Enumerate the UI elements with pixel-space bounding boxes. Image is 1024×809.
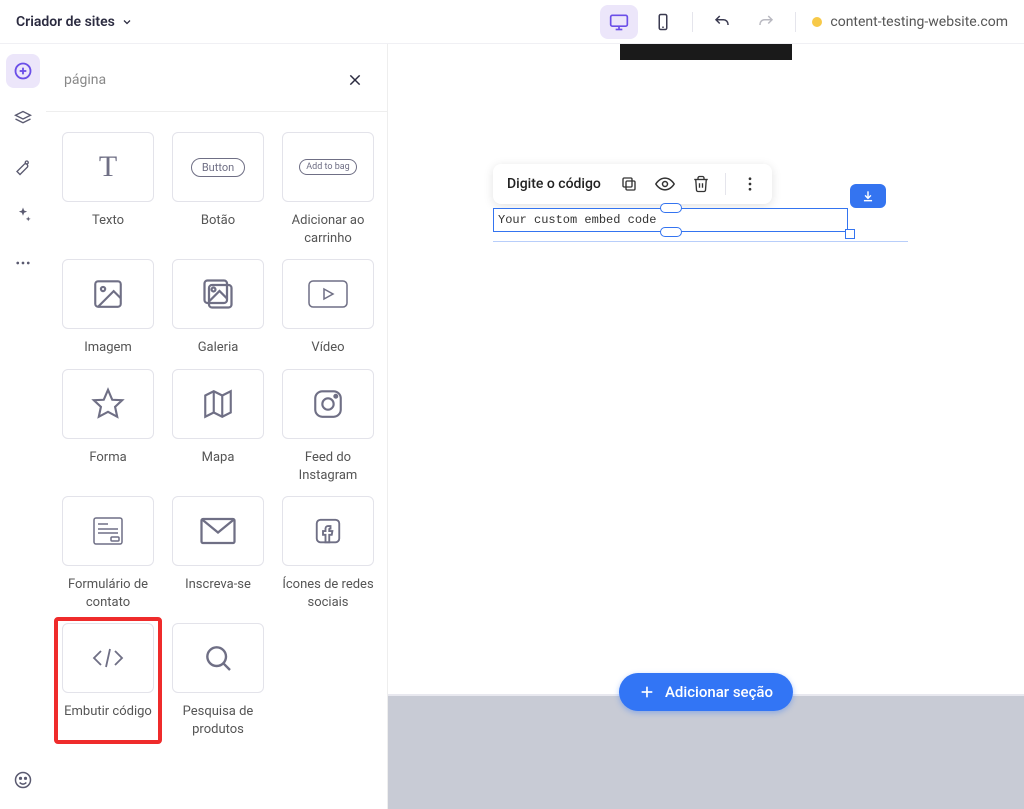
visibility-button[interactable] [653,172,677,196]
mobile-view-button[interactable] [644,5,682,39]
topbar-right: content-testing-website.com [600,5,1008,39]
download-badge[interactable] [850,184,886,208]
image-icon [62,259,154,329]
element-embed-code[interactable]: Embutir código [60,623,156,738]
site-builder-dropdown[interactable]: Criador de sites [16,14,133,30]
add-elements-panel: página T Texto Button Botão Add to bag A… [46,44,388,809]
site-url[interactable]: content-testing-website.com [812,14,1008,30]
element-map[interactable]: Mapa [170,369,266,484]
element-label: Galeria [198,339,239,357]
delete-button[interactable] [689,172,713,196]
separator [795,12,796,32]
element-label: Feed do Instagram [280,449,376,484]
form-icon [62,496,154,566]
code-icon [62,623,154,693]
text-icon: T [62,132,154,202]
panel-header: página [46,44,387,112]
status-dot-icon [812,17,822,27]
element-add-to-cart[interactable]: Add to bag Adicionar ao carrinho [280,132,376,247]
resize-handle-top[interactable] [660,203,682,213]
element-label: Vídeo [311,339,344,357]
resize-handle-corner[interactable] [845,229,855,239]
add-section-label: Adicionar seção [665,683,773,701]
add-section-button[interactable]: Adicionar seção [619,673,793,711]
more-options-button[interactable] [738,172,762,196]
search-icon [172,623,264,693]
help-button[interactable] [6,763,40,797]
video-icon [282,259,374,329]
elements-grid: T Texto Button Botão Add to bag Adiciona… [46,112,387,758]
duplicate-button[interactable] [617,172,641,196]
site-builder-label: Criador de sites [16,14,115,30]
element-product-search[interactable]: Pesquisa de produtos [170,623,266,738]
element-label: Pesquisa de produtos [170,703,266,738]
canvas[interactable]: Digite o código Your custom embed code [388,44,1024,809]
close-icon [347,72,363,88]
element-contact-form[interactable]: Formulário de contato [60,496,156,611]
element-video[interactable]: Vídeo [280,259,376,357]
element-button[interactable]: Button Botão [170,132,266,247]
shape-icon [62,369,154,439]
element-label: Mapa [202,449,235,467]
redo-button[interactable] [747,5,785,39]
element-subscribe[interactable]: Inscreva-se [170,496,266,611]
envelope-icon [172,496,264,566]
element-label: Formulário de contato [60,576,156,611]
chevron-down-icon [121,16,133,28]
topbar: Criador de sites content-testing-website… [0,0,1024,44]
resize-handle-bottom[interactable] [660,227,682,237]
breadcrumb: página [64,72,106,88]
embed-placeholder-text: Your custom embed code [498,213,656,227]
element-label: Imagem [84,339,132,357]
element-image[interactable]: Imagem [60,259,156,357]
gallery-icon [172,259,264,329]
facebook-icon [282,496,374,566]
element-social-icons[interactable]: Ícones de redes sociais [280,496,376,611]
element-toolbar: Digite o código [493,164,772,204]
header-placeholder [620,44,792,60]
embed-code-block[interactable]: Your custom embed code [493,208,848,232]
separator [725,173,726,195]
selection-guide [493,241,908,242]
element-label: Botão [201,212,235,230]
element-label: Forma [89,449,126,467]
element-label: Embutir código [64,703,152,721]
left-rail [0,44,46,809]
element-instagram-feed[interactable]: Feed do Instagram [280,369,376,484]
element-label: Adicionar ao carrinho [280,212,376,247]
more-button[interactable] [6,246,40,280]
element-label: Texto [92,212,124,230]
add-element-button[interactable] [6,54,40,88]
embed-code-frame[interactable]: Your custom embed code [493,208,848,232]
element-gallery[interactable]: Galeria [170,259,266,357]
site-url-text: content-testing-website.com [830,14,1008,30]
styles-button[interactable] [6,150,40,184]
map-icon [172,369,264,439]
bag-icon: Add to bag [282,132,374,202]
element-label: Ícones de redes sociais [280,576,376,611]
element-text[interactable]: T Texto [60,132,156,247]
toolbar-label[interactable]: Digite o código [503,176,605,192]
desktop-view-button[interactable] [600,5,638,39]
empty-section[interactable] [388,694,1024,809]
layers-button[interactable] [6,102,40,136]
undo-button[interactable] [703,5,741,39]
button-icon: Button [172,132,264,202]
element-shape[interactable]: Forma [60,369,156,484]
close-button[interactable] [341,66,369,94]
plus-icon [639,684,655,700]
ai-button[interactable] [6,198,40,232]
element-label: Inscreva-se [185,576,251,594]
separator [692,12,693,32]
instagram-icon [282,369,374,439]
